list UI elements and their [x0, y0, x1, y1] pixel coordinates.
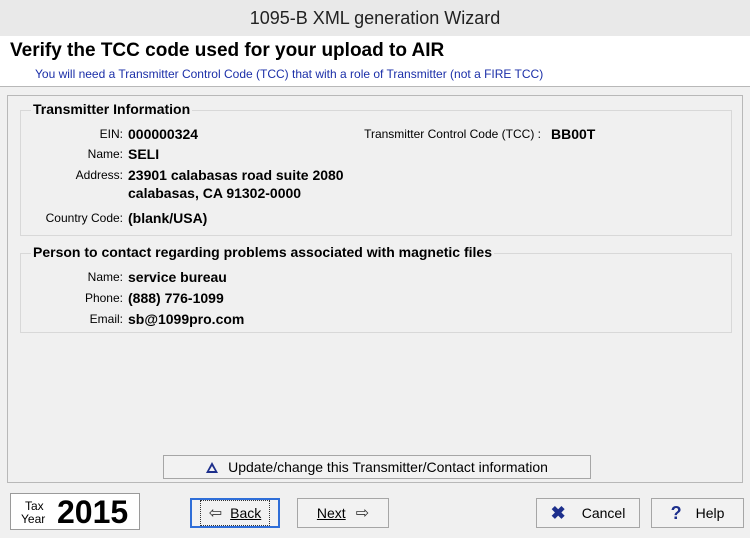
- address-label: Address:: [75, 168, 123, 182]
- cancel-button-label: Cancel: [581, 505, 626, 521]
- transmitter-group: Transmitter Information EIN: 000000324 T…: [20, 101, 732, 236]
- contact-phone-label: Phone:: [84, 291, 123, 305]
- help-button-label: Help: [695, 505, 725, 521]
- contact-group-title: Person to contact regarding problems ass…: [31, 244, 494, 260]
- name-value: SELI: [128, 146, 160, 162]
- arrow-left-icon: ⇦: [208, 505, 223, 522]
- ein-label: EIN:: [99, 127, 123, 141]
- country-value: (blank/USA): [128, 210, 208, 226]
- help-icon: ?: [670, 502, 682, 523]
- contact-phone-value: (888) 776-1099: [128, 290, 224, 306]
- arrow-right-icon: ⇨: [355, 505, 370, 522]
- contact-name-label: Name:: [87, 270, 123, 284]
- tcc-label: Transmitter Control Code (TCC) :: [364, 127, 541, 141]
- transmitter-group-title: Transmitter Information: [31, 101, 193, 117]
- contact-name-value: service bureau: [128, 269, 227, 285]
- wizard-header: Verify the TCC code used for your upload…: [0, 36, 750, 87]
- next-button[interactable]: Next ⇨: [297, 498, 389, 528]
- triangle-up-icon: [206, 461, 219, 473]
- tax-year-box: Tax Year 2015: [10, 493, 140, 530]
- contact-email-value: sb@1099pro.com: [128, 311, 245, 327]
- cancel-button[interactable]: ✖ Cancel: [536, 498, 640, 528]
- update-transmitter-button[interactable]: Update/change this Transmitter/Contact i…: [163, 455, 591, 479]
- address-line2: calabasas, CA 91302-0000: [128, 185, 302, 201]
- year-label: Year: [21, 512, 46, 526]
- page-title: Verify the TCC code used for your upload…: [10, 40, 445, 61]
- contact-email-label: Email:: [89, 312, 123, 326]
- update-transmitter-label: Update/change this Transmitter/Contact i…: [228, 459, 548, 475]
- tcc-value: BB00T: [551, 126, 596, 142]
- help-button[interactable]: ? Help: [651, 498, 744, 528]
- page-subtitle: You will need a Transmitter Control Code…: [35, 67, 544, 81]
- name-label: Name:: [87, 147, 123, 161]
- ein-value: 000000324: [128, 126, 199, 142]
- tax-label: Tax: [25, 499, 44, 513]
- contact-group: Person to contact regarding problems ass…: [20, 244, 732, 333]
- next-button-label: Next: [316, 505, 346, 521]
- address-line1: 23901 calabasas road suite 2080: [128, 167, 344, 183]
- content-panel: Transmitter Information EIN: 000000324 T…: [7, 95, 743, 483]
- back-button[interactable]: ⇦ Back: [190, 498, 280, 528]
- window-title: 1095-B XML generation Wizard: [0, 0, 750, 37]
- country-label: Country Code:: [45, 211, 123, 225]
- tax-year-value: 2015: [57, 494, 129, 530]
- back-button-label: Back: [230, 505, 262, 521]
- close-icon: ✖: [550, 502, 566, 523]
